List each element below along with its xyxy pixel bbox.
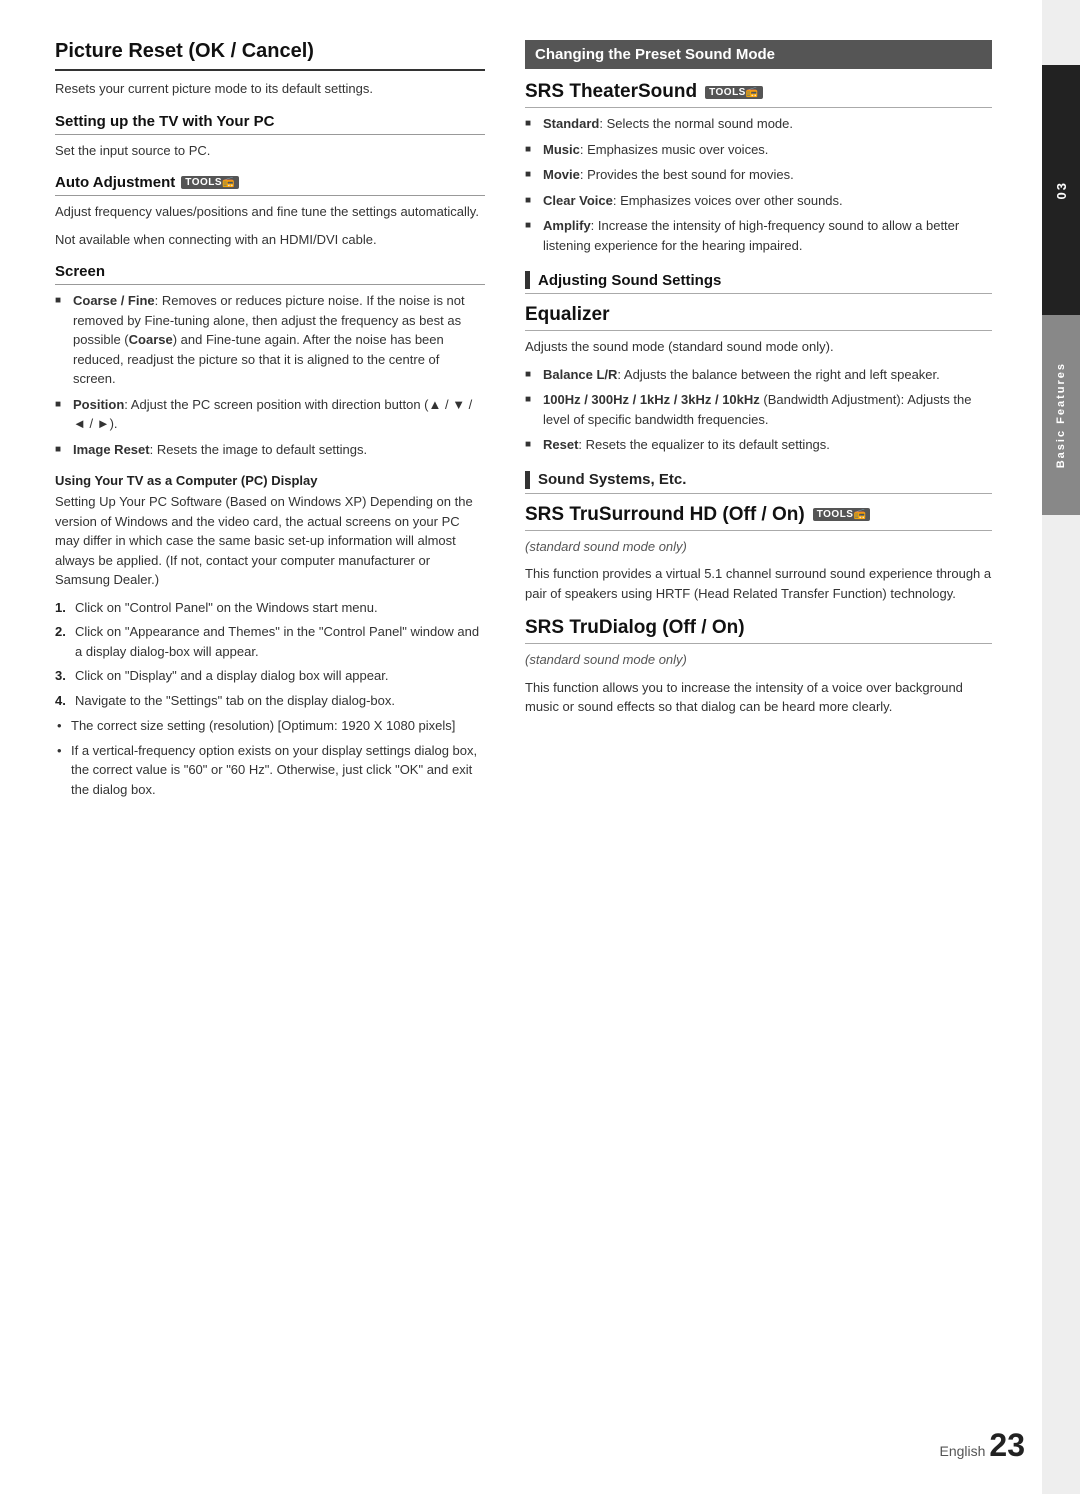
sound-systems-heading: Sound Systems, Etc. bbox=[525, 471, 992, 494]
tools-badge-srs: TOOLS📻 bbox=[705, 86, 763, 99]
footer-english-label: English bbox=[939, 1443, 985, 1459]
srs-trudialog-description: This function allows you to increase the… bbox=[525, 678, 992, 717]
using-tv-computer-section: Using Your TV as a Computer (PC) Display… bbox=[55, 473, 485, 799]
srs-trusurround-description: This function provides a virtual 5.1 cha… bbox=[525, 564, 992, 603]
left-column: Picture Reset (OK / Cancel) Resets your … bbox=[55, 40, 515, 804]
screen-heading: Screen bbox=[55, 263, 485, 285]
srs-bullet-standard: Standard: Selects the normal sound mode. bbox=[525, 114, 992, 134]
tools-badge-auto: TOOLS📻 bbox=[181, 176, 239, 189]
main-content: Picture Reset (OK / Cancel) Resets your … bbox=[0, 0, 1042, 844]
equalizer-bullet-balance: Balance L/R: Adjusts the balance between… bbox=[525, 365, 992, 385]
step-4: Navigate to the "Settings" tab on the di… bbox=[55, 691, 485, 711]
srs-bullet-music: Music: Emphasizes music over voices. bbox=[525, 140, 992, 160]
setting-up-tv-description: Set the input source to PC. bbox=[55, 141, 485, 161]
using-tv-computer-intro: Setting Up Your PC Software (Based on Wi… bbox=[55, 492, 485, 590]
equalizer-section: Equalizer Adjusts the sound mode (standa… bbox=[525, 304, 992, 455]
setting-up-tv-section: Setting up the TV with Your PC Set the i… bbox=[55, 113, 485, 161]
side-tab: 03 Basic Features bbox=[1042, 0, 1080, 1494]
srs-theater-section: SRS TheaterSound TOOLS📻 Standard: Select… bbox=[525, 81, 992, 255]
adjusting-sound-section: Adjusting Sound Settings bbox=[525, 271, 992, 294]
equalizer-bullets: Balance L/R: Adjusts the balance between… bbox=[525, 365, 992, 455]
right-column: Changing the Preset Sound Mode SRS Theat… bbox=[515, 40, 992, 804]
setting-up-tv-heading: Setting up the TV with Your PC bbox=[55, 113, 485, 135]
equalizer-bullet-reset: Reset: Resets the equalizer to its defau… bbox=[525, 435, 992, 455]
using-tv-computer-heading: Using Your TV as a Computer (PC) Display bbox=[55, 473, 485, 488]
srs-trusurround-heading: SRS TruSurround HD (Off / On) TOOLS📻 bbox=[525, 504, 992, 531]
adjusting-sound-heading: Adjusting Sound Settings bbox=[525, 271, 992, 294]
screen-bullet-2: Position: Adjust the PC screen position … bbox=[55, 395, 485, 434]
srs-bullet-amplify: Amplify: Increase the intensity of high-… bbox=[525, 216, 992, 255]
srs-trudialog-heading: SRS TruDialog (Off / On) bbox=[525, 617, 992, 644]
using-tv-steps: Click on "Control Panel" on the Windows … bbox=[55, 598, 485, 711]
auto-adjustment-section: Auto Adjustment TOOLS📻 Adjust frequency … bbox=[55, 174, 485, 249]
dot-1: The correct size setting (resolution) [O… bbox=[55, 716, 485, 736]
srs-trudialog-section: SRS TruDialog (Off / On) (standard sound… bbox=[525, 617, 992, 717]
picture-reset-title: Picture Reset (OK / Cancel) bbox=[55, 40, 485, 71]
footer-page-number: 23 bbox=[989, 1427, 1025, 1464]
screen-bullet-1: Coarse / Fine: Removes or reduces pictur… bbox=[55, 291, 485, 389]
using-tv-dots: The correct size setting (resolution) [O… bbox=[55, 716, 485, 799]
changing-preset-bar: Changing the Preset Sound Mode bbox=[525, 40, 992, 69]
equalizer-bullet-freq: 100Hz / 300Hz / 1kHz / 3kHz / 10kHz (Ban… bbox=[525, 390, 992, 429]
picture-reset-section: Picture Reset (OK / Cancel) Resets your … bbox=[55, 40, 485, 99]
footer: English 23 bbox=[939, 1427, 1025, 1464]
tools-badge-trusurround: TOOLS📻 bbox=[813, 508, 871, 521]
srs-trusurround-section: SRS TruSurround HD (Off / On) TOOLS📻 (st… bbox=[525, 504, 992, 604]
auto-adjustment-description: Adjust frequency values/positions and fi… bbox=[55, 202, 485, 222]
srs-bullet-movie: Movie: Provides the best sound for movie… bbox=[525, 165, 992, 185]
screen-section: Screen Coarse / Fine: Removes or reduces… bbox=[55, 263, 485, 459]
chapter-number: 03 bbox=[1054, 181, 1069, 199]
equalizer-description: Adjusts the sound mode (standard sound m… bbox=[525, 337, 992, 357]
srs-theater-heading: SRS TheaterSound TOOLS📻 bbox=[525, 81, 992, 108]
auto-adjustment-heading: Auto Adjustment TOOLS📻 bbox=[55, 174, 485, 196]
step-2: Click on "Appearance and Themes" in the … bbox=[55, 622, 485, 661]
picture-reset-description: Resets your current picture mode to its … bbox=[55, 79, 485, 99]
srs-theater-bullets: Standard: Selects the normal sound mode.… bbox=[525, 114, 992, 255]
srs-bullet-clearvoice: Clear Voice: Emphasizes voices over othe… bbox=[525, 191, 992, 211]
auto-adjustment-note: Not available when connecting with an HD… bbox=[55, 230, 485, 250]
screen-bullets: Coarse / Fine: Removes or reduces pictur… bbox=[55, 291, 485, 459]
screen-bullet-3: Image Reset: Resets the image to default… bbox=[55, 440, 485, 460]
equalizer-heading: Equalizer bbox=[525, 304, 992, 331]
step-3: Click on "Display" and a display dialog … bbox=[55, 666, 485, 686]
side-tab-label: Basic Features bbox=[1055, 362, 1067, 468]
srs-trusurround-note: (standard sound mode only) bbox=[525, 537, 992, 557]
srs-trudialog-note: (standard sound mode only) bbox=[525, 650, 992, 670]
sound-systems-section: Sound Systems, Etc. bbox=[525, 471, 992, 494]
dot-2: If a vertical-frequency option exists on… bbox=[55, 741, 485, 800]
step-1: Click on "Control Panel" on the Windows … bbox=[55, 598, 485, 618]
